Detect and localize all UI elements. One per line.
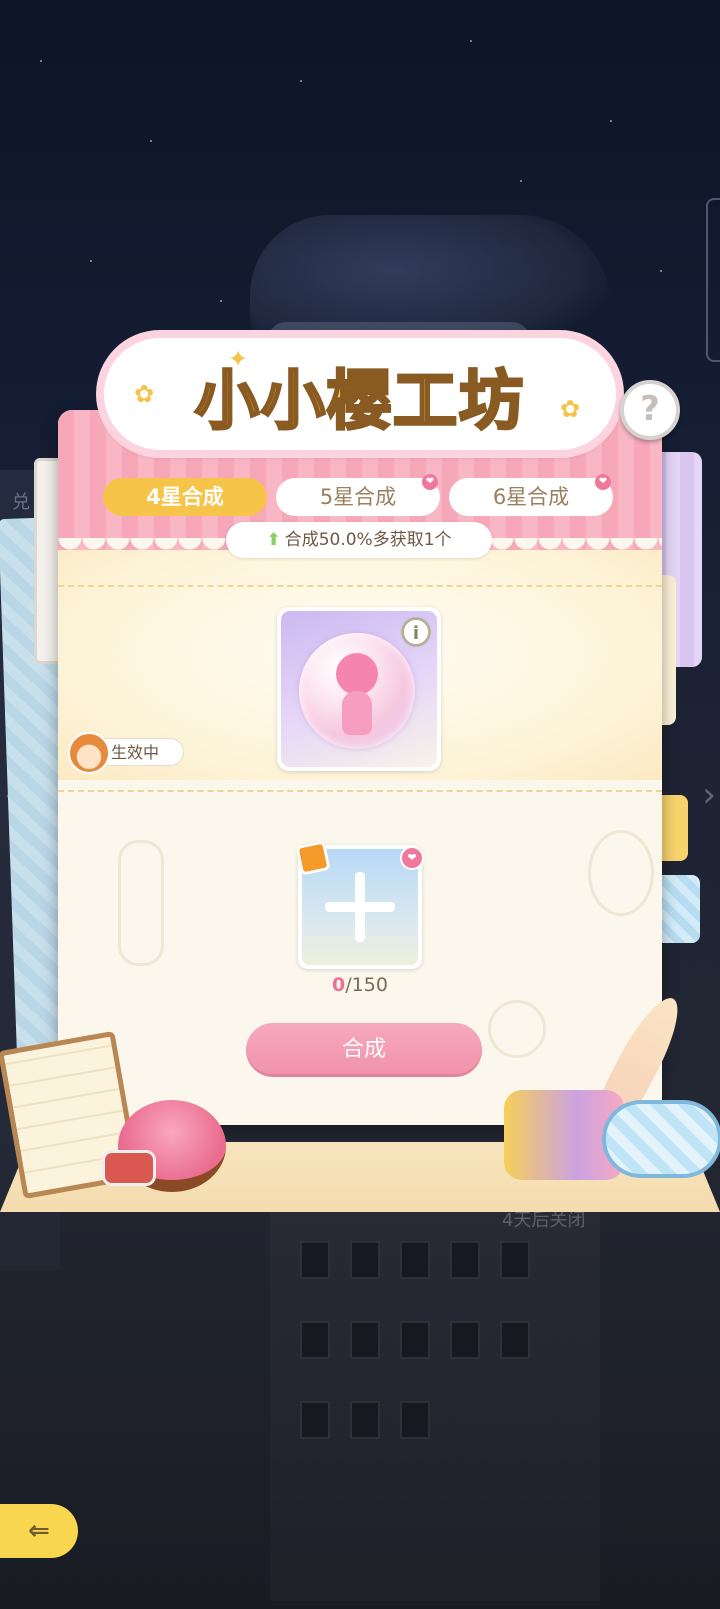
tab-label: 6星合成 (492, 485, 570, 509)
background-right-arrow-icon: › (702, 775, 716, 815)
plus-icon (325, 872, 395, 942)
ribbon-tape-icon (602, 1100, 720, 1178)
thread-spool-icon (102, 1150, 156, 1186)
tab-label: 4星合成 (146, 485, 224, 509)
sketch-scissors-icon (118, 840, 164, 966)
back-arrow-icon: ⇐ (28, 1516, 50, 1546)
puzzle-piece-icon (295, 840, 331, 876)
up-arrow-icon: ⬆ (266, 530, 281, 550)
sketch-thread-icon (588, 830, 654, 916)
page-title: 小小樱工坊 (194, 364, 525, 441)
help-button[interactable]: ? (620, 380, 680, 440)
material-count: 0/150 (298, 974, 422, 996)
divider-top (58, 585, 662, 587)
heart-badge-icon: ❤ (422, 474, 438, 490)
background-right-strip (706, 198, 720, 362)
character-avatar-icon (68, 732, 110, 774)
background-left-label: 兑 (12, 492, 30, 513)
heart-badge-icon: ❤ (400, 846, 424, 870)
back-button[interactable]: ⇐ (0, 1504, 78, 1558)
background-building (270, 1195, 600, 1601)
tab-6-star[interactable]: 6星合成 ❤ (449, 474, 613, 516)
material-count-need: /150 (345, 974, 388, 996)
divider-middle (58, 790, 662, 792)
tab-4-star[interactable]: 4星合成 (103, 478, 267, 516)
result-item-image: i (281, 611, 437, 767)
sketch-button-icon (488, 1000, 546, 1058)
heart-badge-icon: ❤ (595, 474, 611, 490)
tab-label: 5星合成 (319, 485, 397, 509)
tab-5-star[interactable]: 5星合成 ❤ (276, 474, 440, 516)
crystal-orb-icon (299, 633, 415, 749)
bonus-info: ⬆ 合成50.0%多获取1个 (226, 522, 492, 558)
material-count-have: 0 (332, 974, 346, 996)
result-item-slot[interactable]: i (277, 607, 441, 771)
craft-button[interactable]: 合成 (246, 1023, 482, 1077)
bonus-text: 合成50.0%多获取1个 (284, 530, 452, 550)
info-icon[interactable]: i (401, 617, 431, 647)
